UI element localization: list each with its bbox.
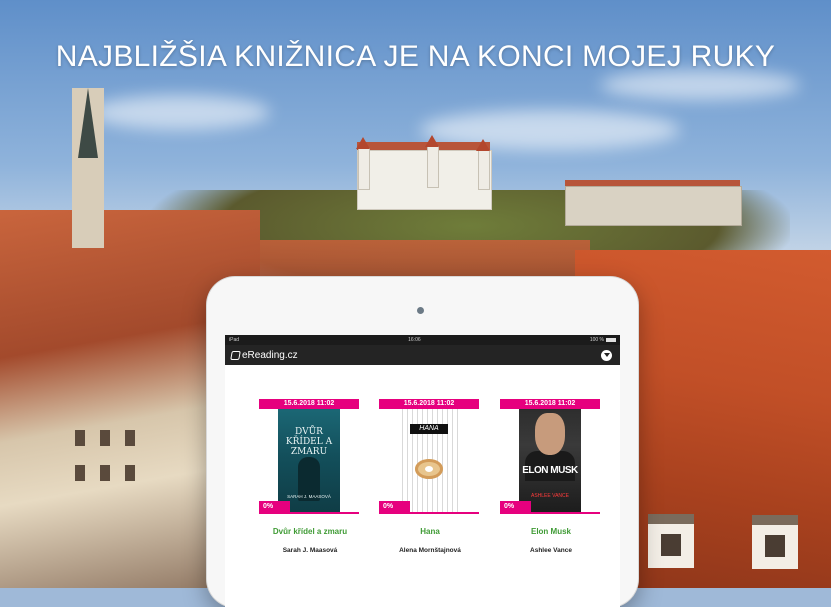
device-label: iPad [229,337,240,343]
book-cover[interactable]: DVŮR KŘÍDEL A ZMARU SARAH J. MAASOVÁ [278,399,340,514]
castle-tower [358,148,370,190]
cover-wrap: DVŮR KŘÍDEL A ZMARU SARAH J. MAASOVÁ 15.… [250,399,370,514]
cover-wrap: HANA 15.6.2018 11:02 0% [370,399,490,514]
cathedral-spire [78,88,98,158]
cover-author: SARAH J. MAASOVÁ [287,494,331,499]
read-progress-badge: 0% [379,501,410,513]
book-cover[interactable]: HANA [398,399,460,514]
book-author: Alena Mornštajnová [399,547,461,554]
borrow-date-badge: 15.6.2018 11:02 [379,399,479,409]
clock: 16:06 [408,337,421,343]
roof-dormer [648,514,694,568]
castle-tower [427,146,439,188]
headline: NAJBLIŽŠIA KNIŽNICA JE NA KONCI MOJEJ RU… [55,40,776,73]
building-window [75,430,85,446]
status-bar: iPad 16:06 100 % [225,335,620,345]
castle-tower [478,150,490,190]
donut-illustration [415,459,443,479]
read-progress-badge: 0% [500,501,531,513]
borrow-date-badge: 15.6.2018 11:02 [259,399,359,409]
book-author: Ashlee Vance [530,547,572,554]
bratislava-castle [357,150,492,210]
castle-tower-cap [476,139,490,151]
cover-title: HANA [410,424,448,434]
cover-wrap: ELON MUSK ASHLEE VANCE 15.6.2018 11:02 0… [491,399,611,514]
cloud [600,70,800,100]
building-window [75,465,85,481]
roof-dormer [752,515,798,569]
book-cover[interactable]: ELON MUSK ASHLEE VANCE [519,399,581,514]
castle-tower-cap [356,137,370,149]
read-progress-badge: 0% [259,501,290,513]
castle-tower-cap [425,135,439,147]
book-title[interactable]: Hana [370,527,490,536]
cover-title: ELON MUSK [522,465,578,476]
building-window [125,465,135,481]
building-window [125,430,135,446]
brand-logo[interactable]: eReading.cz [230,349,298,361]
cover-author: ASHLEE VANCE [531,493,569,499]
battery-indicator: 100 % [590,337,616,343]
cloud [90,95,270,130]
fortress-wall [565,186,742,226]
building-window [100,465,110,481]
brand-name: eReading.cz [242,349,298,361]
book-author: Sarah J. Maasová [282,547,338,554]
borrow-date-badge: 15.6.2018 11:02 [500,399,600,409]
battery-icon [606,337,616,342]
building-window [100,430,110,446]
chevron-down-circle-icon[interactable] [601,349,612,361]
front-camera [417,307,424,314]
cover-title: DVŮR KŘÍDEL A ZMARU [285,427,333,457]
book-title[interactable]: Elon Musk [491,527,611,536]
book-title[interactable]: Dvůr křídel a zmaru [250,527,370,536]
book-logo-icon [230,350,241,360]
book-list: DVŮR KŘÍDEL A ZMARU SARAH J. MAASOVÁ 15.… [225,365,620,607]
app-navbar: eReading.cz [225,345,620,365]
ipad-device: iPad 16:06 100 % eReading.cz DVŮR KŘÍDEL… [207,277,638,607]
battery-percent: 100 % [589,337,604,343]
app-screen: iPad 16:06 100 % eReading.cz DVŮR KŘÍDEL… [225,335,620,607]
cover-portrait [535,413,565,455]
